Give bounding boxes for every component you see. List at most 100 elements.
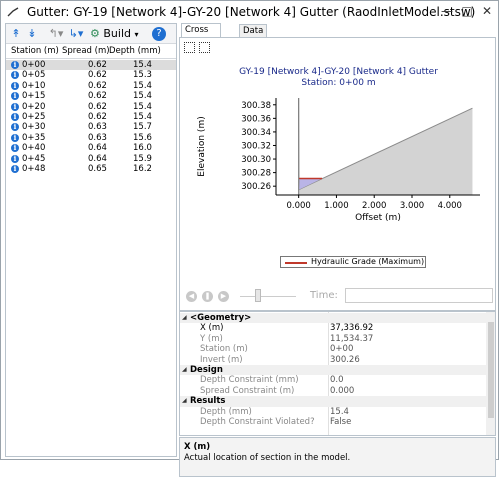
table-row[interactable]: i 0+00 0.62 15.4	[6, 60, 176, 71]
undo-icon[interactable]: ↰▾	[48, 26, 64, 42]
table-row[interactable]: i 0+35 0.63 15.6	[6, 133, 176, 143]
property-value[interactable]: 0.000	[330, 386, 354, 396]
table-row[interactable]: i 0+48 0.65 16.2	[6, 164, 176, 174]
cell-station: 0+20	[22, 101, 46, 112]
collapse-icon[interactable]: ◢	[182, 365, 187, 375]
cell-station: 0+40	[22, 143, 46, 154]
property-value[interactable]: 15.4	[330, 407, 349, 417]
property-value[interactable]: 0.0	[330, 375, 344, 385]
cross-section-chart: 300.26 300.28 300.30 300.32 300.34 300.36 300.…	[197, 97, 480, 223]
time-input[interactable]	[345, 288, 493, 303]
property-name: Station (m)	[200, 344, 248, 355]
table-row[interactable]: i 0+25 0.62 15.4	[6, 112, 176, 122]
tab-data[interactable]: Data	[239, 24, 268, 37]
info-icon: i	[11, 154, 19, 163]
cell-spread: 0.62	[88, 60, 107, 70]
right-panel: Cross Section Data GY-19 [Network 4]-GY-…	[179, 23, 496, 477]
rewind-icon[interactable]: ◀	[186, 291, 197, 302]
cell-spread: 0.62	[88, 101, 107, 112]
property-row[interactable]: Depth (mm) 15.4	[180, 407, 486, 417]
minimize-button[interactable]: —	[437, 3, 457, 19]
cell-depth: 15.4	[133, 101, 152, 112]
maximize-button[interactable]: □	[457, 3, 477, 19]
title-bar: Gutter: GY-19 [Network 4]-GY-20 [Network…	[1, 1, 498, 23]
redo-icon[interactable]: ↳▾	[68, 26, 84, 42]
property-row[interactable]: Station (m) 0+00	[180, 344, 486, 354]
table-row[interactable]: i 0+10 0.62 15.4	[6, 81, 176, 91]
property-category[interactable]: ◢ <Geometry>	[180, 313, 486, 324]
close-button[interactable]: ✕	[477, 3, 497, 19]
help-icon[interactable]: ?	[152, 27, 166, 41]
cell-depth: 15.9	[133, 153, 152, 164]
property-name: <Geometry>	[190, 313, 252, 323]
property-value[interactable]: 0+00	[330, 344, 353, 354]
property-value[interactable]: 37,336.92	[330, 323, 373, 333]
property-category[interactable]: ◢ Design	[180, 365, 486, 376]
property-value[interactable]: 300.26	[330, 355, 360, 365]
cell-station: 0+25	[22, 111, 46, 122]
time-track	[240, 296, 296, 297]
property-scroll-thumb[interactable]	[488, 322, 494, 418]
property-row[interactable]: Invert (m) 300.26	[180, 355, 486, 365]
collapse-icon[interactable]: ◢	[182, 396, 187, 406]
build-label: Build	[103, 27, 131, 40]
cell-depth: 15.6	[133, 132, 152, 143]
table-header: Station (m) Spread (m) Depth (mm)	[6, 44, 176, 59]
property-row[interactable]: X (m) 37,336.92	[180, 323, 486, 333]
zoom-icon[interactable]	[184, 42, 195, 53]
pause-icon[interactable]: ❚	[202, 291, 213, 302]
info-icon: i	[11, 123, 19, 132]
property-row[interactable]: Depth Constraint (mm) 0.0	[180, 375, 486, 385]
column-station[interactable]: Station (m)	[11, 46, 59, 56]
description-title: X (m)	[184, 442, 211, 452]
column-depth[interactable]: Depth (mm)	[109, 46, 161, 56]
info-icon: i	[11, 61, 19, 69]
y-tick-label: 300.30	[241, 155, 271, 165]
description-panel: X (m) Actual location of section in the …	[179, 437, 496, 477]
expand-all-icon[interactable]: ↡	[26, 26, 38, 42]
cross-section-panel: GY-19 [Network 4]-GY-20 [Network 4] Gutt…	[179, 37, 496, 311]
gutter-app-icon	[7, 7, 19, 17]
window-title: Gutter: GY-19 [Network 4]-GY-20 [Network…	[27, 5, 476, 19]
property-value[interactable]: False	[330, 417, 351, 427]
cell-spread: 0.64	[88, 143, 107, 154]
table-row[interactable]: i 0+30 0.63 15.7	[6, 122, 176, 132]
cell-station: 0+00	[22, 60, 46, 70]
property-category[interactable]: ◢ Results	[180, 396, 486, 407]
cell-station: 0+30	[22, 122, 46, 133]
cell-spread: 0.63	[88, 132, 107, 143]
description-text: Actual location of section in the model.	[184, 453, 351, 463]
info-icon: i	[11, 112, 19, 121]
build-icon: ⚙	[90, 27, 100, 40]
table-row[interactable]: i 0+40 0.64 16.0	[6, 143, 176, 153]
y-tick-label: 300.34	[241, 128, 271, 138]
table-row[interactable]: i 0+05 0.62 15.3	[6, 70, 176, 80]
property-row[interactable]: Depth Constraint Violated? False	[180, 417, 486, 427]
build-button[interactable]: ⚙ Build ▾	[90, 26, 144, 42]
collapse-icon[interactable]: ◢	[182, 313, 187, 323]
x-tick-label: 2.000	[362, 201, 386, 211]
collapse-all-icon[interactable]: ↟	[10, 26, 22, 42]
x-tick-label: 3.000	[400, 201, 424, 211]
property-row[interactable]: Spread Constraint (m) 0.000	[180, 386, 486, 396]
column-spread[interactable]: Spread (m)	[62, 46, 110, 56]
cell-spread: 0.63	[88, 122, 107, 133]
y-tick-label: 300.36	[241, 114, 271, 124]
cell-station: 0+48	[22, 163, 46, 174]
y-tick-label: 300.32	[241, 141, 271, 151]
x-tick-label: 0.000	[286, 201, 310, 211]
cell-station: 0+35	[22, 132, 46, 143]
property-row[interactable]: Y (m) 11,534.37	[180, 334, 486, 344]
zoom-extents-icon[interactable]	[199, 42, 210, 53]
cell-station: 0+15	[22, 91, 46, 102]
time-slider[interactable]	[255, 289, 261, 302]
table-row[interactable]: i 0+45 0.64 15.9	[6, 154, 176, 164]
table-row[interactable]: i 0+20 0.62 15.4	[6, 102, 176, 112]
info-icon: i	[11, 102, 19, 111]
info-icon: i	[11, 144, 19, 153]
property-value[interactable]: 11,534.37	[330, 334, 373, 344]
play-icon[interactable]: ▶	[218, 291, 229, 302]
info-icon: i	[11, 71, 19, 80]
table-row[interactable]: i 0+15 0.62 15.4	[6, 91, 176, 101]
tab-cross-section[interactable]: Cross Section	[181, 23, 221, 47]
